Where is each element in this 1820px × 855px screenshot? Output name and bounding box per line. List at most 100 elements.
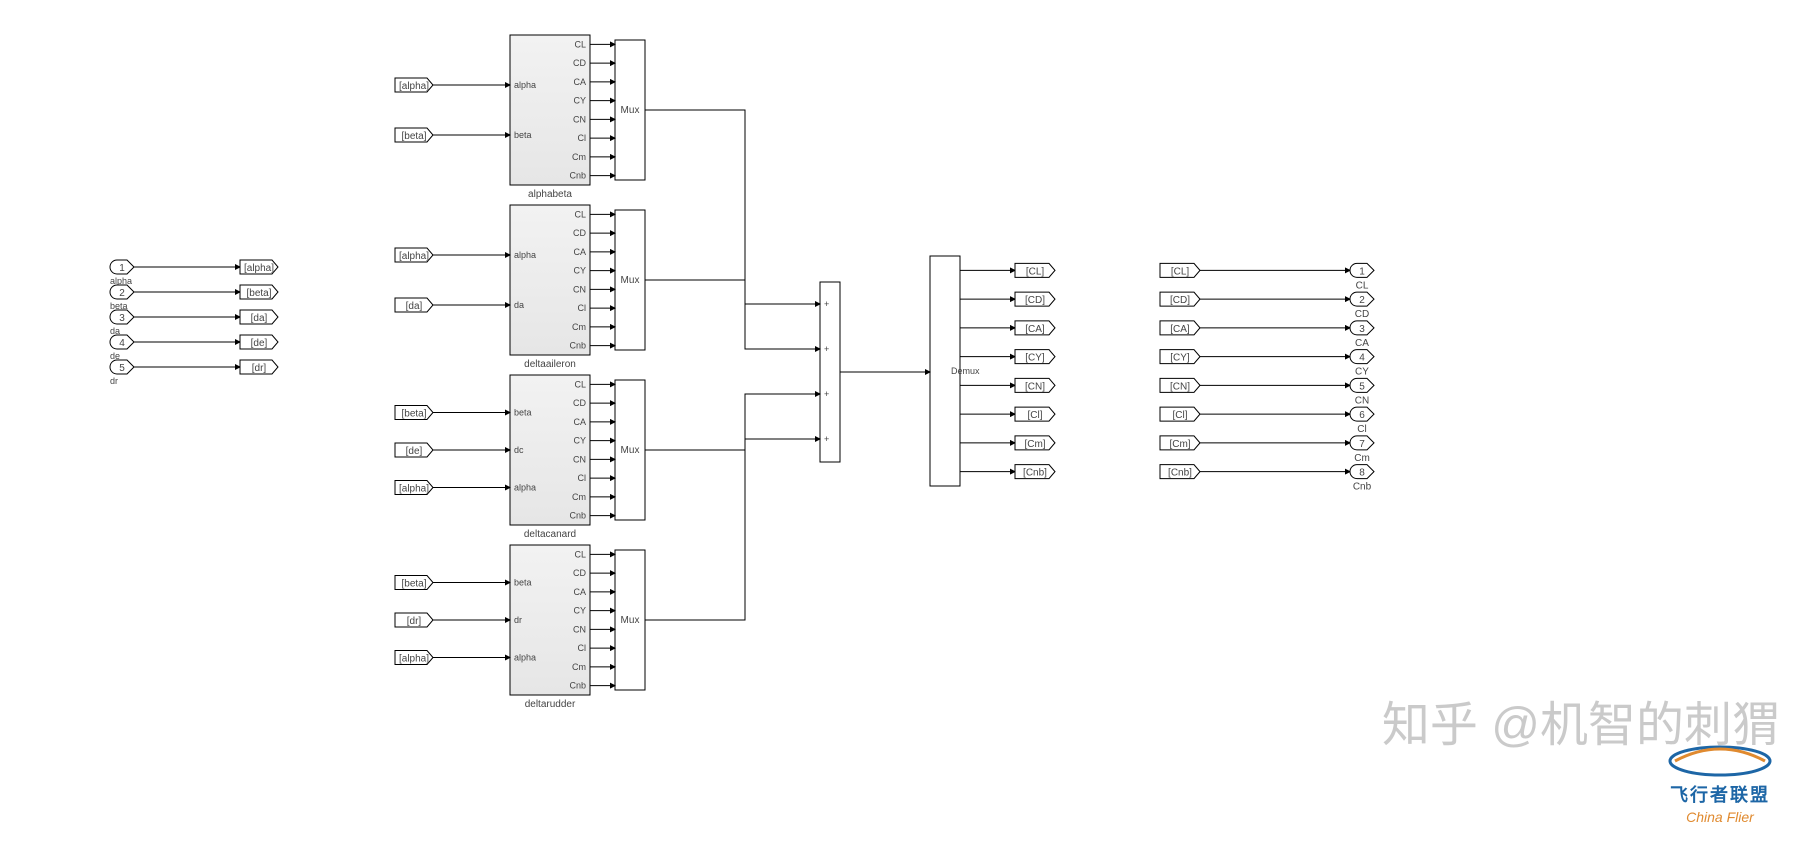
svg-text:[CY]: [CY] <box>1170 353 1190 364</box>
svg-text:[beta]: [beta] <box>401 131 426 142</box>
svg-text:[da]: [da] <box>406 301 423 312</box>
svg-text:alpha: alpha <box>514 483 536 493</box>
svg-text:[CA]: [CA] <box>1025 324 1045 335</box>
svg-text:3: 3 <box>1359 324 1365 335</box>
svg-text:Mux: Mux <box>621 275 640 286</box>
svg-text:[beta]: [beta] <box>401 409 426 420</box>
svg-text:Cl: Cl <box>578 133 587 143</box>
svg-text:CA: CA <box>573 417 586 427</box>
simulink-diagram[interactable]: 1alpha[alpha]2beta[beta]3da[da]4de[de]5d… <box>0 0 1820 855</box>
svg-text:[CY]: [CY] <box>1025 353 1045 364</box>
svg-text:[alpha]: [alpha] <box>399 484 429 495</box>
svg-text:CL: CL <box>574 209 586 219</box>
svg-text:CN: CN <box>573 284 586 294</box>
svg-text:CL: CL <box>574 39 586 49</box>
svg-text:[Cl]: [Cl] <box>1028 410 1043 421</box>
svg-text:CD: CD <box>573 568 586 578</box>
svg-text:[alpha]: [alpha] <box>399 81 429 92</box>
svg-text:Demux: Demux <box>951 366 980 376</box>
diagram-canvas: 1alpha[alpha]2beta[beta]3da[da]4de[de]5d… <box>0 0 1820 855</box>
svg-text:Cnb: Cnb <box>569 681 586 691</box>
svg-text:[alpha]: [alpha] <box>399 654 429 665</box>
svg-text:CL: CL <box>574 379 586 389</box>
svg-text:[beta]: [beta] <box>246 288 271 299</box>
svg-text:[CD]: [CD] <box>1025 295 1045 306</box>
svg-text:[Cm]: [Cm] <box>1024 439 1045 450</box>
svg-text:CA: CA <box>573 587 586 597</box>
svg-text:alphabeta: alphabeta <box>528 189 572 200</box>
svg-text:[alpha]: [alpha] <box>399 251 429 262</box>
svg-text:5: 5 <box>1359 381 1365 392</box>
svg-text:dc: dc <box>514 445 524 455</box>
svg-text:Cm: Cm <box>1354 453 1370 464</box>
svg-text:[Cl]: [Cl] <box>1173 410 1188 421</box>
svg-text:dr: dr <box>514 615 522 625</box>
svg-text:CY: CY <box>573 96 586 106</box>
svg-text:[da]: [da] <box>251 313 268 324</box>
svg-text:alpha: alpha <box>514 80 536 90</box>
svg-text:CY: CY <box>573 606 586 616</box>
svg-text:Cnb: Cnb <box>569 511 586 521</box>
svg-text:5: 5 <box>119 363 125 374</box>
svg-text:[de]: [de] <box>251 338 268 349</box>
svg-text:Cnb: Cnb <box>569 341 586 351</box>
svg-text:deltarudder: deltarudder <box>525 699 576 710</box>
svg-text:[CL]: [CL] <box>1026 266 1045 277</box>
svg-text:dr: dr <box>110 376 118 386</box>
svg-text:CA: CA <box>1355 338 1369 349</box>
svg-text:CN: CN <box>1355 395 1369 406</box>
svg-text:alpha: alpha <box>514 653 536 663</box>
svg-text:[Cnb]: [Cnb] <box>1023 468 1047 479</box>
svg-text:[CN]: [CN] <box>1025 381 1045 392</box>
svg-text:Cl: Cl <box>1357 424 1366 435</box>
svg-text:CL: CL <box>1356 280 1369 291</box>
svg-text:Cm: Cm <box>572 662 586 672</box>
svg-text:CY: CY <box>1355 367 1369 378</box>
svg-text:Mux: Mux <box>621 105 640 116</box>
svg-text:Cl: Cl <box>578 473 587 483</box>
svg-text:2: 2 <box>119 288 125 299</box>
svg-text:CA: CA <box>573 247 586 257</box>
svg-text:[dr]: [dr] <box>407 616 422 627</box>
svg-text:deltacanard: deltacanard <box>524 529 576 540</box>
svg-text:Cnb: Cnb <box>1353 482 1372 493</box>
svg-text:beta: beta <box>514 408 532 418</box>
svg-text:[CA]: [CA] <box>1170 324 1190 335</box>
svg-text:[Cnb]: [Cnb] <box>1168 468 1192 479</box>
svg-text:1: 1 <box>119 263 125 274</box>
svg-text:+: + <box>824 434 829 444</box>
svg-text:CD: CD <box>573 58 586 68</box>
svg-text:CN: CN <box>573 624 586 634</box>
svg-text:CD: CD <box>573 398 586 408</box>
svg-text:CN: CN <box>573 454 586 464</box>
svg-text:[Cm]: [Cm] <box>1169 439 1190 450</box>
svg-text:3: 3 <box>119 313 125 324</box>
svg-text:Mux: Mux <box>621 615 640 626</box>
svg-text:CD: CD <box>1355 309 1369 320</box>
svg-text:CL: CL <box>574 549 586 559</box>
svg-text:[de]: [de] <box>406 446 423 457</box>
svg-text:+: + <box>824 344 829 354</box>
svg-text:1: 1 <box>1359 266 1365 277</box>
svg-text:CN: CN <box>573 114 586 124</box>
svg-text:Cl: Cl <box>578 303 587 313</box>
svg-text:[beta]: [beta] <box>401 579 426 590</box>
svg-text:Cnb: Cnb <box>569 171 586 181</box>
svg-text:beta: beta <box>514 578 532 588</box>
svg-text:Mux: Mux <box>621 445 640 456</box>
svg-text:CY: CY <box>573 266 586 276</box>
svg-text:Cm: Cm <box>572 492 586 502</box>
svg-text:[alpha]: [alpha] <box>244 263 274 274</box>
svg-text:[dr]: [dr] <box>252 363 267 374</box>
svg-text:+: + <box>824 299 829 309</box>
svg-text:Cm: Cm <box>572 322 586 332</box>
svg-text:2: 2 <box>1359 295 1365 306</box>
svg-text:4: 4 <box>119 338 125 349</box>
svg-text:Cl: Cl <box>578 643 587 653</box>
svg-text:4: 4 <box>1359 353 1365 364</box>
svg-text:CA: CA <box>573 77 586 87</box>
svg-text:+: + <box>824 389 829 399</box>
svg-text:alpha: alpha <box>514 250 536 260</box>
svg-text:deltaaileron: deltaaileron <box>524 359 576 370</box>
svg-text:[CL]: [CL] <box>1171 266 1190 277</box>
